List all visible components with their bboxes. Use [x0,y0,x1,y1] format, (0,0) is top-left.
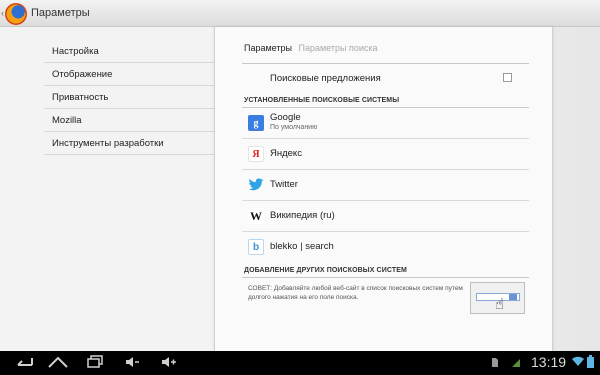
twitter-icon [248,177,264,193]
volume-up-icon[interactable] [160,355,178,372]
signal-icon [511,357,521,371]
divider [242,277,529,278]
blekko-icon: b [248,239,264,255]
engine-name: blekko | search [270,241,334,252]
wifi-icon [572,356,584,370]
wikipedia-icon: W [248,208,264,224]
breadcrumb-parent[interactable]: Параметры [244,43,292,53]
engine-name: Google [270,112,301,123]
volume-down-icon[interactable] [124,355,140,372]
yandex-icon: Я [248,146,264,162]
sd-card-icon [491,357,499,371]
battery-icon [587,355,594,371]
nav-item-privacy[interactable]: Приватность [44,86,214,109]
chevron-left-icon[interactable]: ‹ [1,8,4,18]
nav-item-customize[interactable]: Настройка [44,40,214,63]
breadcrumb: Параметры Параметры поиска [244,43,378,53]
google-icon: g [248,115,264,131]
page-title: Параметры [31,7,90,19]
back-icon[interactable] [12,355,34,372]
hand-pointer-icon: ☝ [495,296,505,313]
search-suggestions-label: Поисковые предложения [270,73,381,84]
engine-row-blekko[interactable]: b blekko | search [242,232,529,263]
clock: 13:19 [531,354,567,370]
search-suggestions-checkbox[interactable] [503,73,512,82]
add-engines-header: ДОБАВЛЕНИЕ ДРУГИХ ПОИСКОВЫХ СИСТЕМ [244,267,407,274]
search-button-illustration [509,294,517,300]
engine-row-twitter[interactable]: Twitter [242,170,529,201]
nav-item-display[interactable]: Отображение [44,63,214,86]
recent-apps-icon[interactable] [86,355,104,372]
engine-name: Twitter [270,179,298,190]
add-engine-tip: СОВЕТ: Добавляйте любой веб-сайт в списо… [248,285,463,301]
system-bar: 13:19 [0,351,600,375]
engine-row-wikipedia[interactable]: W Википедия (ru) [242,201,529,232]
nav-item-mozilla[interactable]: Mozilla [44,109,214,132]
search-suggestions-row[interactable]: Поисковые предложения [242,65,529,91]
action-bar: ‹ Параметры [0,0,600,27]
divider [242,63,529,64]
nav-item-developer-tools[interactable]: Инструменты разработки [44,132,214,155]
settings-nav: Настройка Отображение Приватность Mozill… [44,40,214,155]
engine-name: Википедия (ru) [270,210,335,221]
firefox-logo-icon[interactable] [5,3,27,25]
installed-engines-header: УСТАНОВЛЕННЫЕ ПОИСКОВЫЕ СИСТЕМЫ [244,97,400,104]
home-icon[interactable] [47,355,69,372]
long-press-search-illustration: ☝ [470,282,525,314]
engine-row-yandex[interactable]: Я Яндекс [242,139,529,170]
settings-content: Настройка Отображение Приватность Mozill… [0,27,600,351]
engine-name: Яндекс [270,148,302,159]
breadcrumb-current: Параметры поиска [298,43,378,53]
engine-default-label: По умолчанию [270,124,318,131]
engine-row-google[interactable]: g Google По умолчанию [242,108,529,139]
search-settings-panel: Параметры Параметры поиска Поисковые пре… [214,27,553,351]
